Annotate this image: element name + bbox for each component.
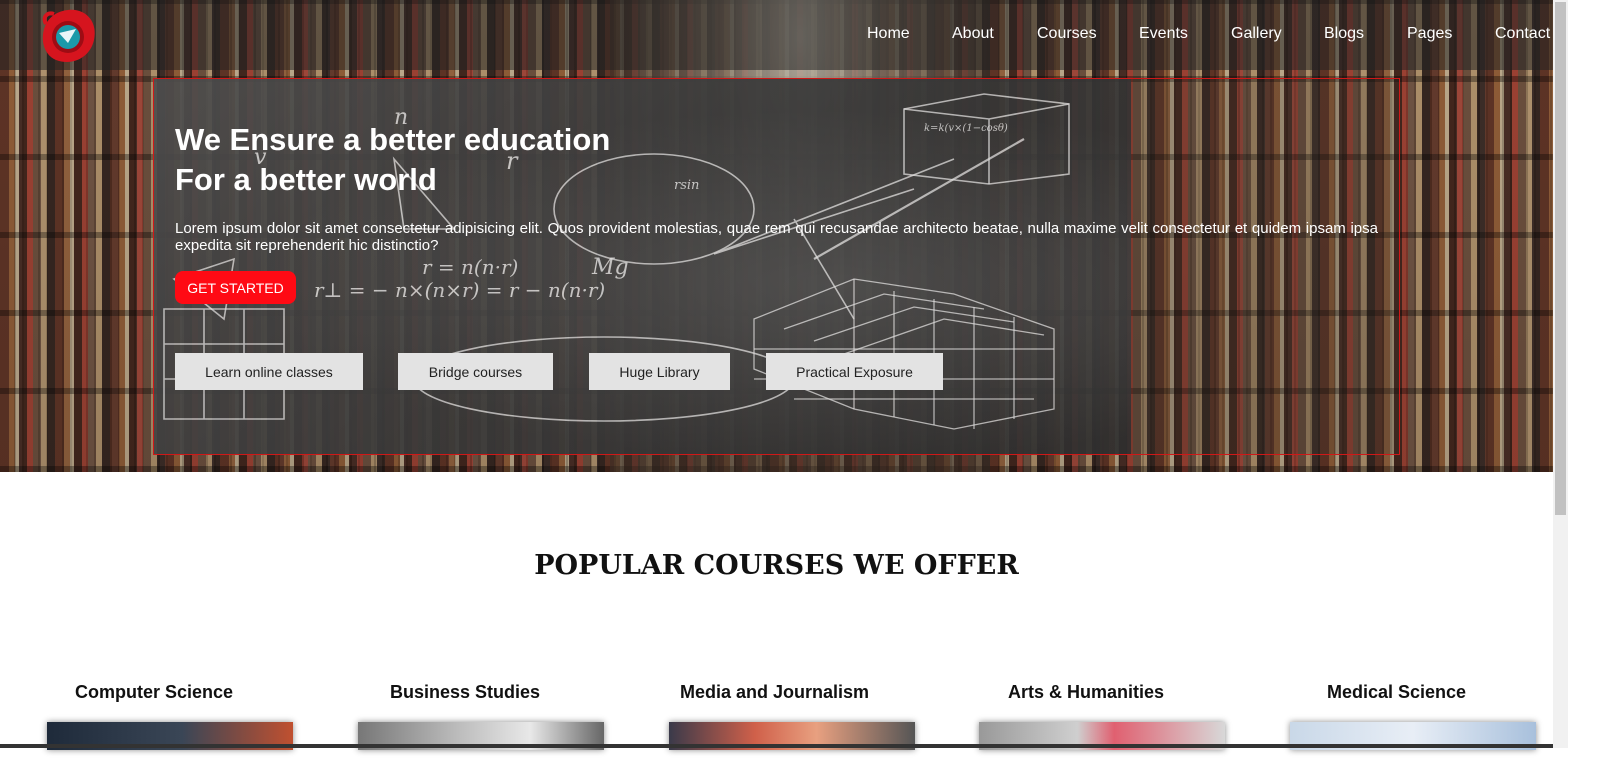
scrollbar-thumb[interactable] [1555, 2, 1566, 515]
page-scrollbar[interactable] [1553, 0, 1568, 748]
course-title-arts-humanities[interactable]: Arts & Humanities [1008, 682, 1164, 703]
feature-learn-online-button[interactable]: Learn online classes [175, 353, 363, 390]
course-title-media-journalism[interactable]: Media and Journalism [680, 682, 869, 703]
courses-section-title: POPULAR COURSES WE OFFER [534, 550, 1019, 581]
formula-k: k=k(v×(1−cosθ) [924, 123, 1008, 134]
feature-huge-library-button[interactable]: Huge Library [589, 353, 730, 390]
nav-link-blogs[interactable]: Blogs [1324, 25, 1364, 43]
formula-r-parallel: r = n(n·r) [422, 255, 518, 279]
course-title-medical-science[interactable]: Medical Science [1327, 682, 1466, 703]
panel-right-shade [1131, 79, 1399, 454]
nav-link-contact[interactable]: Contact [1495, 25, 1550, 43]
formula-rsin: rsin [674, 178, 699, 193]
nav-link-home[interactable]: Home [867, 25, 910, 43]
feature-practical-exposure-button[interactable]: Practical Exposure [766, 353, 943, 390]
nav-link-pages[interactable]: Pages [1407, 25, 1452, 43]
hero-title: We Ensure a better education For a bette… [175, 120, 610, 200]
course-title-business-studies[interactable]: Business Studies [390, 682, 540, 703]
feature-bridge-courses-button[interactable]: Bridge courses [398, 353, 553, 390]
logo-icon[interactable] [38, 6, 98, 66]
get-started-button[interactable]: GET STARTED [175, 271, 296, 304]
hero-title-line2: For a better world [175, 162, 437, 197]
nav-link-gallery[interactable]: Gallery [1231, 25, 1282, 43]
navbar [0, 0, 1553, 70]
formula-r-perp: r⊥ = − n×(n×r) = r − n(n·r) [314, 278, 605, 302]
nav-link-courses[interactable]: Courses [1037, 25, 1097, 43]
hero-title-line1: We Ensure a better education [175, 122, 611, 157]
formula-mg: Mg [591, 255, 629, 280]
nav-link-about[interactable]: About [952, 25, 994, 43]
hero-description: Lorem ipsum dolor sit amet consectetur a… [175, 220, 1378, 254]
course-title-computer-science[interactable]: Computer Science [75, 682, 233, 703]
bottom-edge-bar [0, 744, 1553, 748]
nav-link-events[interactable]: Events [1139, 25, 1188, 43]
